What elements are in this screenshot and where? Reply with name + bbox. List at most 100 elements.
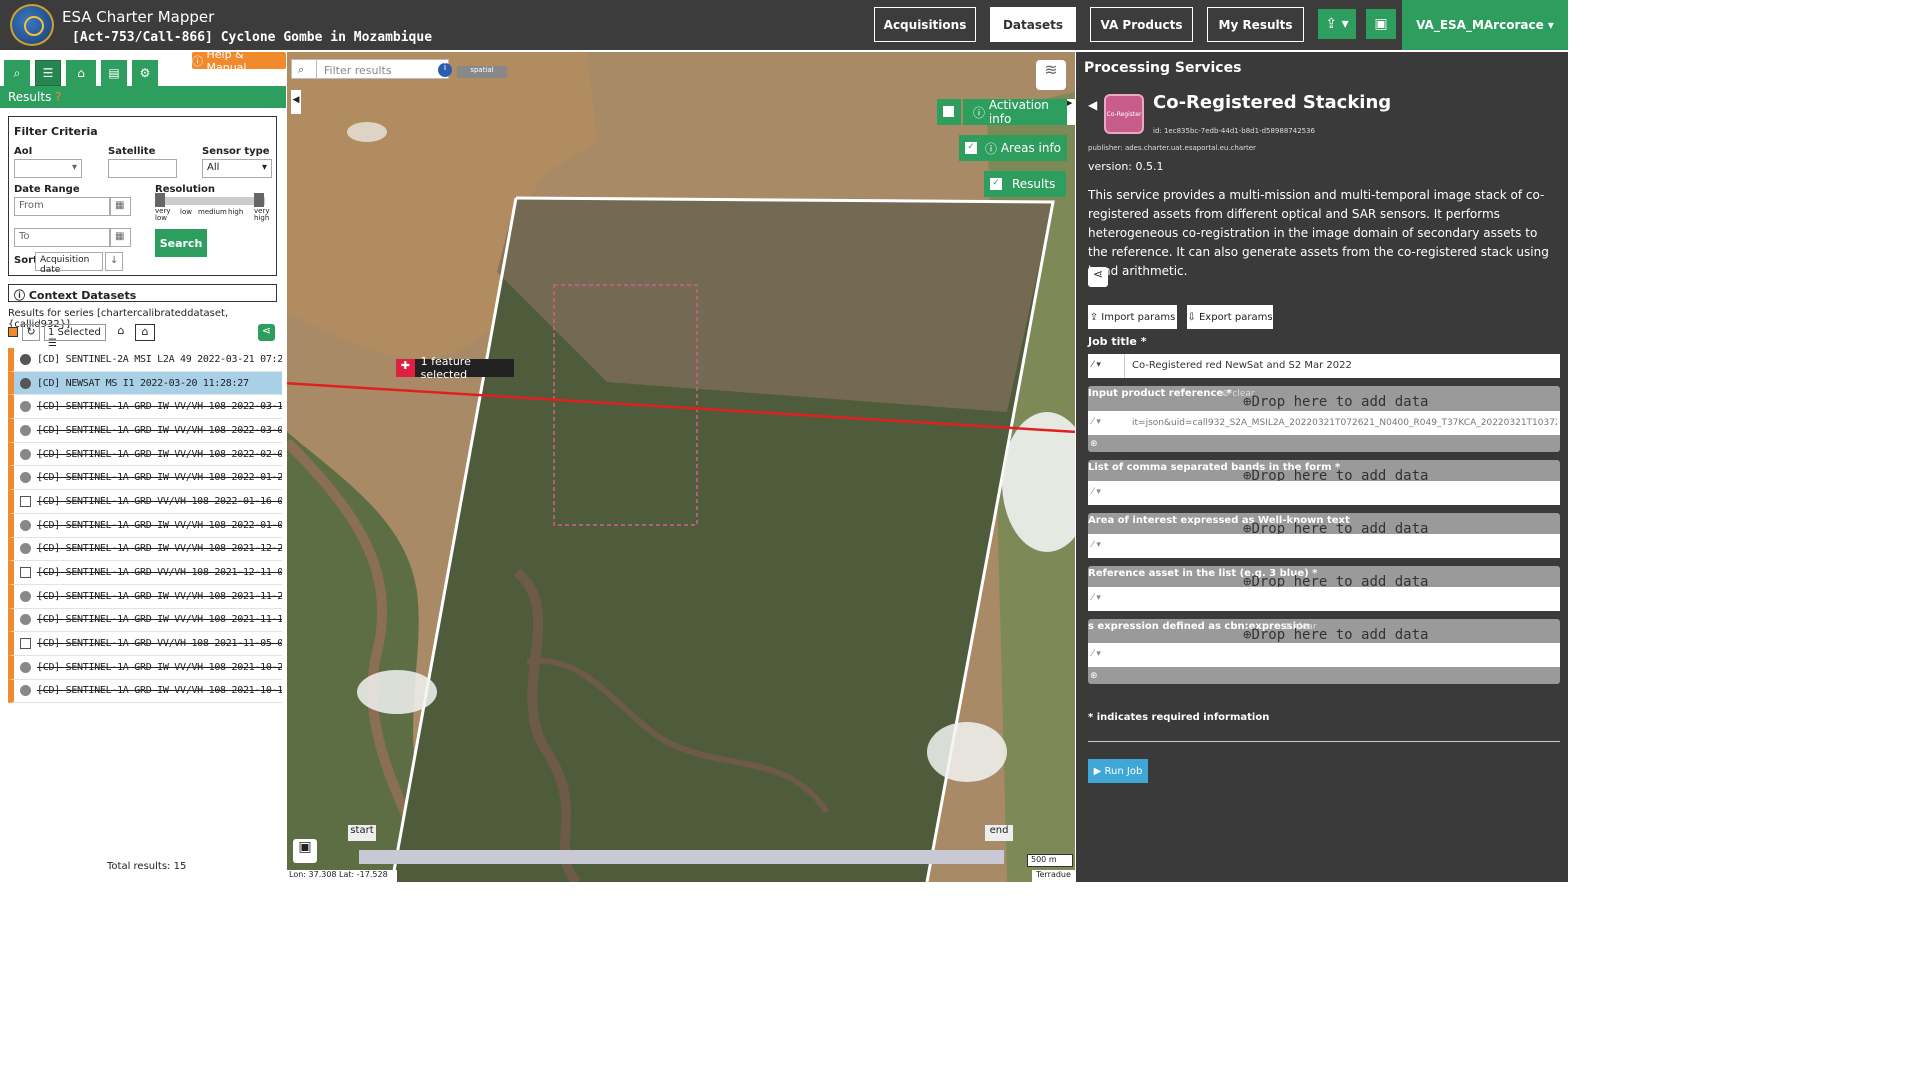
resolution-slider[interactable]: [155, 197, 265, 205]
field-input[interactable]: ⁄ ▾ it=json&uid=call932_S2A_MSIL2A_202203…: [1088, 411, 1560, 435]
list-item[interactable]: [CD] SENTINEL-1A GRD IW VV/VH 108 2022-0…: [8, 513, 282, 538]
dataset-title: [CD] SENTINEL-1A GRD IW VV/VH 108 2021-1…: [37, 543, 282, 555]
list-item[interactable]: [CD] SENTINEL-1A GRD IW VV/VH 108 2021-1…: [8, 679, 282, 704]
list-item[interactable]: [CD] SENTINEL-1A GRD IW VV/VH 108 2021-1…: [8, 537, 282, 562]
archive-icon[interactable]: ▤: [101, 60, 127, 86]
sensor-type-select[interactable]: All ▾: [202, 159, 272, 178]
filter-results-input[interactable]: ⌕ Filter results i: [291, 59, 452, 79]
export-params-button[interactable]: ⇩ Export params: [1187, 305, 1273, 329]
basket-selected-icon[interactable]: ⌂: [135, 324, 155, 341]
list-icon[interactable]: ☰: [35, 60, 61, 86]
collapse-left-icon[interactable]: ◀: [291, 90, 301, 114]
upload-icon[interactable]: ⇪ ▾: [1318, 9, 1356, 39]
aoi-wkt-field[interactable]: Area of interest expressed as Well-known…: [1088, 513, 1560, 558]
map-view[interactable]: ⌕ Filter results i spatial ◀ ≋ ⓘ Activat…: [287, 52, 1075, 882]
expression-field[interactable]: s expression defined as cbn:expression ⊘…: [1088, 619, 1560, 684]
share-icon[interactable]: ⋖: [1088, 267, 1108, 287]
results-toggle-button[interactable]: ✓ Results: [984, 171, 1066, 197]
slider-handle-max[interactable]: [254, 193, 264, 207]
spatial-badge[interactable]: spatial: [457, 66, 507, 78]
results-checkbox[interactable]: ✓: [990, 178, 1002, 190]
back-arrow-icon[interactable]: ◀: [1088, 98, 1097, 112]
list-item[interactable]: [CD] NEWSAT MS I1 2022-03-20 11:28:27: [8, 371, 282, 396]
list-item[interactable]: [CD] SENTINEL-2A MSI L2A 49 2022-03-21 0…: [8, 348, 282, 372]
dataset-title: [CD] SENTINEL-1A GRD VV/VH 108 2022-01-1…: [37, 495, 282, 507]
layers-icon[interactable]: ≋: [1036, 60, 1066, 90]
magic-wand-icon[interactable]: ⁄ ▾: [1092, 487, 1118, 497]
briefcase-icon[interactable]: ▣: [1366, 9, 1396, 39]
search-button[interactable]: Search: [155, 229, 207, 257]
globe-icon: [20, 685, 31, 697]
activation-info-button[interactable]: ⓘ Activation info: [963, 98, 1075, 126]
context-datasets[interactable]: ⓘ Context Datasets: [8, 284, 277, 302]
add-icon[interactable]: ⊕: [1090, 671, 1098, 681]
select-all-checkbox[interactable]: [8, 327, 18, 337]
search-icon[interactable]: ⌕: [4, 60, 30, 86]
nav-datasets[interactable]: Datasets: [990, 7, 1076, 42]
share-icon[interactable]: ⋖: [258, 324, 275, 341]
service-description: This service provides a multi-mission an…: [1088, 188, 1549, 278]
calendar-icon[interactable]: ▦: [110, 228, 131, 247]
areas-checkbox[interactable]: ✓: [965, 142, 977, 154]
field-input[interactable]: ⁄ ▾: [1088, 587, 1560, 611]
calendar-icon[interactable]: ▦: [110, 197, 131, 216]
field-input[interactable]: ⁄ ▾: [1088, 643, 1560, 667]
list-item[interactable]: [CD] SENTINEL-1A GRD IW VV/VH 108 2021-1…: [8, 655, 282, 680]
selected-dropdown[interactable]: 1 Selected ☰: [44, 324, 106, 349]
activation-checkbox[interactable]: [943, 106, 954, 117]
magic-wand-icon[interactable]: ⁄ ▾: [1092, 417, 1118, 427]
list-item[interactable]: [CD] SENTINEL-1A GRD IW VV/VH 108 2022-0…: [8, 419, 282, 443]
satellite-input[interactable]: [108, 159, 177, 178]
settings-gear-icon[interactable]: ⚙: [132, 60, 158, 86]
basket-icon[interactable]: ⌂: [66, 60, 96, 86]
activation-checkbox-wrap[interactable]: [937, 99, 961, 125]
list-item[interactable]: [CD] SENTINEL-1A GRD IW VV/VH 108 2022-0…: [8, 466, 282, 491]
fullscreen-icon[interactable]: ▣: [293, 839, 317, 863]
refresh-icon[interactable]: ↻: [22, 324, 40, 341]
to-date-input[interactable]: To: [14, 228, 110, 247]
list-item[interactable]: [CD] SENTINEL-1A GRD IW VV/VH 108 2022-0…: [8, 395, 282, 420]
help-manual-button[interactable]: ⓘ Help & Manual: [192, 48, 286, 74]
job-title-input[interactable]: ⁄ ▾ Co-Registered red NewSat and S2 Mar …: [1088, 354, 1560, 378]
sort-direction-icon[interactable]: ↓: [105, 252, 123, 271]
timeline-slider[interactable]: [359, 850, 1004, 864]
field-input[interactable]: ⁄ ▾: [1088, 481, 1560, 505]
add-to-basket-icon[interactable]: ⌂: [112, 324, 130, 341]
nav-my-results[interactable]: My Results: [1207, 7, 1304, 42]
magic-wand-icon[interactable]: ⁄ ▾: [1092, 649, 1118, 659]
drop-zone[interactable]: ⊕Drop here to add data: [1243, 394, 1428, 410]
magic-wand-icon[interactable]: ⁄ ▾: [1092, 593, 1118, 603]
sort-select[interactable]: Acquisition date: [35, 252, 103, 275]
list-item[interactable]: [CD] SENTINEL-1A GRD VV/VH 108 2022-01-1…: [8, 490, 282, 514]
list-item[interactable]: [CD] SENTINEL-1A GRD VV/VH 108 2021-12-1…: [8, 561, 282, 585]
user-menu[interactable]: VA_ESA_MArcorace ▾: [1402, 0, 1568, 50]
help-question-icon[interactable]: ?: [55, 90, 61, 104]
magic-wand-icon[interactable]: ⁄ ▾: [1092, 540, 1118, 550]
magic-wand-icon[interactable]: ⁄ ▾: [1092, 360, 1118, 370]
run-job-button[interactable]: ▶ Run Job: [1088, 759, 1148, 783]
bands-list-field[interactable]: List of comma separated bands in the for…: [1088, 460, 1560, 505]
activation-title: [Act-753/Call-866] Cyclone Gombe in Moza…: [72, 30, 433, 45]
expand-right-icon[interactable]: ▶: [1067, 99, 1075, 125]
nav-acquisitions[interactable]: Acquisitions: [874, 7, 976, 42]
list-item[interactable]: [CD] SENTINEL-1A GRD IW VV/VH 108 2022-0…: [8, 442, 282, 467]
nav-va-products[interactable]: VA Products: [1090, 7, 1193, 42]
field-value: it=json&uid=call932_S2A_MSIL2A_20220321T…: [1132, 418, 1557, 428]
import-params-button[interactable]: ⇪ Import params: [1088, 305, 1177, 329]
aoi-select[interactable]: ▾: [14, 159, 82, 178]
list-item[interactable]: [CD] SENTINEL-1A GRD IW VV/VH 108 2021-1…: [8, 584, 282, 609]
globe-icon: [20, 353, 31, 365]
areas-info-button[interactable]: ✓ ⓘ Areas info: [959, 135, 1067, 161]
globe-icon: [20, 543, 31, 555]
field-input[interactable]: ⁄ ▾: [1088, 534, 1560, 558]
add-icon[interactable]: ⊕: [1090, 439, 1098, 449]
list-item[interactable]: [CD] SENTINEL-1A GRD VV/VH 108 2021-11-0…: [8, 632, 282, 656]
input-product-reference-field[interactable]: Input product reference * ⊘ clear ⊕Drop …: [1088, 386, 1560, 452]
slider-handle-min[interactable]: [155, 193, 165, 207]
dataset-title: [CD] SENTINEL-1A GRD IW VV/VH 108 2022-0…: [37, 519, 282, 531]
drop-zone[interactable]: ⊕Drop here to add data: [1243, 627, 1428, 643]
info-icon[interactable]: i: [438, 63, 452, 77]
from-date-input[interactable]: From: [14, 197, 110, 216]
list-item[interactable]: [CD] SENTINEL-1A GRD IW VV/VH 108 2021-1…: [8, 608, 282, 633]
reference-asset-field[interactable]: Reference asset in the list (e.g. 3 blue…: [1088, 566, 1560, 611]
